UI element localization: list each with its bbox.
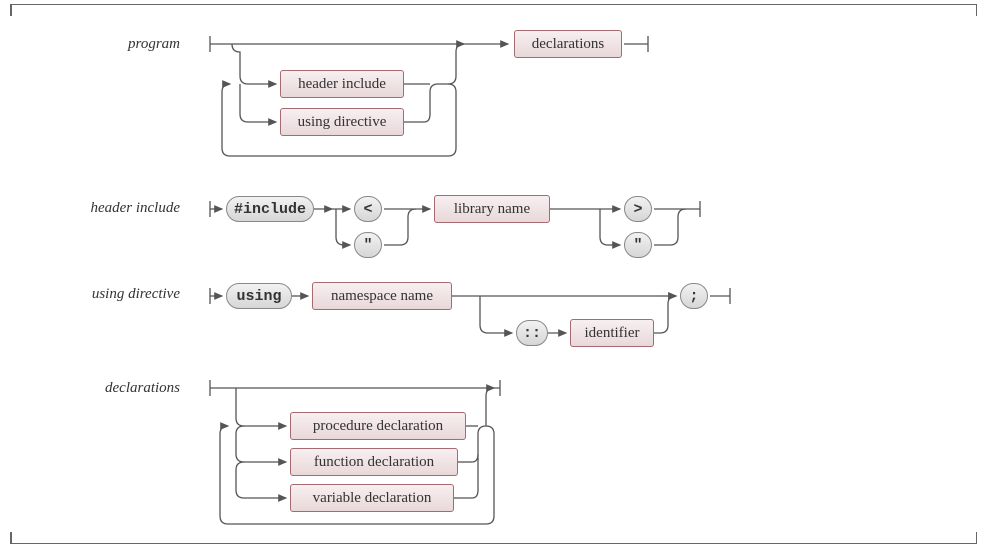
railroad-lines	[0, 0, 987, 548]
